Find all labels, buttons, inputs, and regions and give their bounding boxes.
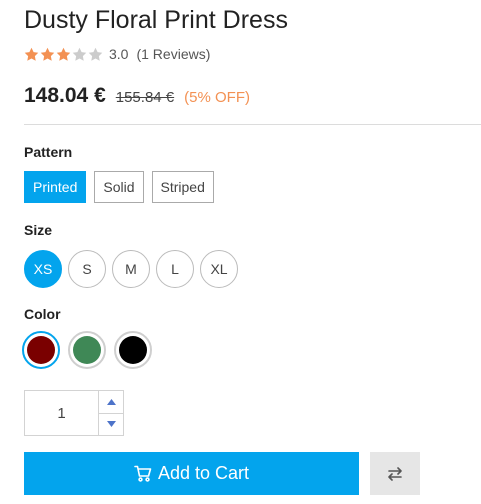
color-dot — [27, 336, 55, 364]
pattern-label: Pattern — [24, 144, 73, 160]
color-dot — [73, 336, 101, 364]
size-options: XS S M L XL — [24, 250, 238, 288]
old-price: 155.84 € — [115, 89, 175, 106]
size-option-xs[interactable]: XS — [24, 250, 62, 288]
quantity-stepper — [24, 390, 124, 436]
size-option-s[interactable]: S — [68, 250, 106, 288]
quantity-increase-button[interactable] — [99, 391, 123, 413]
color-swatch-maroon[interactable] — [22, 331, 60, 369]
quantity-decrease-button[interactable] — [99, 412, 123, 436]
size-option-l[interactable]: L — [156, 250, 194, 288]
add-to-cart-button[interactable]: Add to Cart — [24, 452, 359, 495]
divider — [24, 124, 481, 125]
product-detail-panel: Dusty Floral Print Dress 3.0 (1 Reviews)… — [0, 0, 481, 504]
color-label: Color — [24, 306, 61, 322]
rating-value: 3.0 — [109, 46, 129, 62]
quantity-stepper-buttons — [98, 391, 123, 435]
caret-down-icon — [106, 421, 116, 428]
compare-button[interactable] — [370, 452, 420, 495]
quantity-input[interactable] — [25, 391, 98, 435]
pattern-option-solid[interactable]: Solid — [94, 171, 144, 203]
compare-arrows-icon — [388, 466, 402, 481]
pattern-options: Printed Solid Striped — [24, 171, 214, 203]
pattern-option-striped[interactable]: Striped — [151, 171, 214, 203]
size-option-xl[interactable]: XL — [200, 250, 238, 288]
price-row: 148.04 € 155.84 € (5% OFF) — [24, 84, 250, 108]
size-option-m[interactable]: M — [112, 250, 150, 288]
color-swatch-black[interactable] — [114, 331, 152, 369]
star-icon — [24, 47, 39, 61]
reviews-link[interactable]: (1 Reviews) — [136, 46, 210, 62]
cart-icon — [134, 465, 152, 482]
star-empty-icon — [88, 47, 103, 61]
current-price: 148.04 € — [24, 84, 106, 107]
product-title: Dusty Floral Print Dress — [24, 6, 288, 34]
star-empty-icon — [72, 47, 87, 61]
size-label: Size — [24, 222, 53, 238]
color-options — [22, 331, 152, 369]
color-swatch-green[interactable] — [68, 331, 106, 369]
discount-badge: (5% OFF) — [184, 89, 250, 106]
star-icon — [40, 47, 55, 61]
add-to-cart-label: Add to Cart — [157, 463, 250, 483]
pattern-option-printed[interactable]: Printed — [24, 171, 87, 203]
color-dot — [119, 336, 147, 364]
star-icon — [56, 47, 71, 61]
rating-stars — [24, 47, 103, 62]
rating-row: 3.0 (1 Reviews) — [24, 46, 210, 62]
caret-up-icon — [106, 398, 116, 405]
